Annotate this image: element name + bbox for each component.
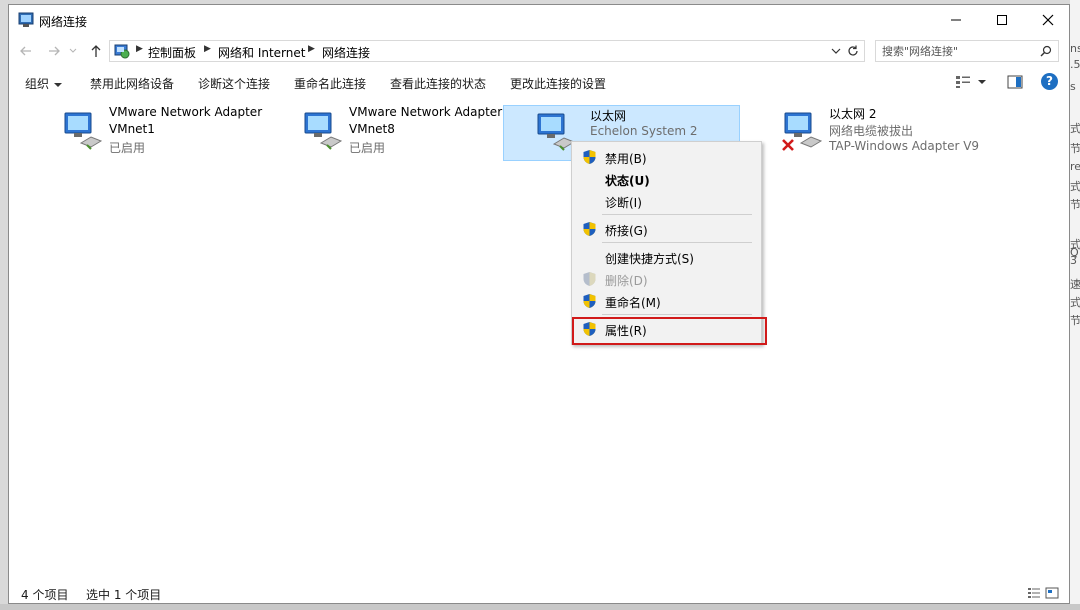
menu-item-status[interactable]: 状态(U) (572, 168, 761, 190)
menu-label: 禁用(B) (605, 152, 647, 166)
forward-button[interactable] (45, 42, 63, 60)
help-icon[interactable]: ? (1041, 73, 1058, 90)
recent-locations-button[interactable] (67, 42, 79, 60)
background-window-strip: ns .5 s 式节 re 式节Q 式3速 式节 (1070, 0, 1080, 610)
menu-separator (602, 242, 752, 243)
selected-count: 选中 1 个项目 (86, 588, 162, 602)
search-icon[interactable] (1040, 45, 1052, 57)
arrow-up-icon (91, 45, 101, 57)
menu-separator (602, 314, 752, 315)
adapter-status: 网络电缆被拔出 (829, 124, 914, 138)
menu-label: 创建快捷方式(S) (605, 252, 694, 266)
uac-shield-icon (583, 222, 596, 236)
menu-item-disable[interactable]: 禁用(B) (572, 146, 761, 168)
control-panel-icon (114, 44, 130, 59)
adapter-name: VMware Network Adapter (109, 105, 263, 119)
uac-shield-icon (583, 294, 596, 308)
adapter-name: 以太网 2 (829, 107, 877, 121)
breadcrumb-control-panel[interactable]: 控制面板 (148, 44, 196, 61)
organize-menu-button[interactable]: 组织 (25, 75, 63, 92)
adapter-name: VMware Network Adapter (349, 105, 503, 119)
large-icons-view-icon[interactable] (1045, 587, 1059, 599)
menu-item-diagnose[interactable]: 诊断(I) (572, 190, 761, 212)
change-view-icon[interactable] (955, 75, 971, 89)
breadcrumb-network-connections[interactable]: 网络连接 (322, 44, 370, 61)
network-connections-window: 网络连接 ▶ 控制面板 ▶ 网络和 Internet ▶ 网络连接 搜索"网络连… (8, 4, 1070, 604)
rename-connection-button[interactable]: 重命名此连接 (294, 75, 366, 92)
menu-label: 诊断(I) (605, 196, 642, 210)
maximize-icon (997, 15, 1007, 25)
network-folder-icon (18, 12, 34, 27)
annotation-highlight-box (572, 317, 767, 345)
breadcrumb-separator-icon: ▶ (204, 44, 211, 54)
network-adapter-icon (304, 112, 343, 150)
close-icon (1042, 14, 1054, 26)
status-bar: 4 个项目 选中 1 个项目 (9, 582, 1069, 604)
organize-label: 组织 (25, 77, 50, 91)
chevron-down-icon[interactable] (830, 45, 842, 57)
breadcrumb-separator-icon: ▶ (308, 44, 315, 54)
disable-device-button[interactable]: 禁用此网络设备 (90, 75, 174, 92)
adapter-item[interactable]: VMware Network Adapter VMnet1 已启用 (59, 103, 299, 159)
address-bar[interactable]: ▶ 控制面板 ▶ 网络和 Internet ▶ 网络连接 (109, 40, 865, 62)
arrow-right-icon (49, 46, 60, 56)
menu-label: 状态(U) (605, 174, 650, 188)
command-bar: 组织 禁用此网络设备 诊断这个连接 重命名此连接 查看此连接的状态 更改此连接的… (9, 67, 1069, 97)
context-menu: 禁用(B) 状态(U) 诊断(I) 桥接(G) 创建快捷方式(S) 删除(D) … (571, 141, 762, 345)
connections-list: VMware Network Adapter VMnet1 已启用 VMware… (9, 97, 1069, 577)
up-button[interactable] (87, 42, 105, 60)
window-title: 网络连接 (39, 15, 88, 29)
address-row: ▶ 控制面板 ▶ 网络和 Internet ▶ 网络连接 (9, 35, 1069, 67)
uac-shield-icon (583, 272, 596, 286)
menu-item-create-shortcut[interactable]: 创建快捷方式(S) (572, 246, 761, 268)
arrow-left-icon (20, 46, 31, 56)
search-input[interactable] (882, 43, 1032, 59)
adapter-device: VMnet1 (109, 122, 155, 136)
view-status-button[interactable]: 查看此连接的状态 (390, 75, 486, 92)
menu-item-rename[interactable]: 重命名(M) (572, 290, 761, 312)
adapter-status: 已启用 (349, 141, 386, 155)
minimize-button[interactable] (933, 5, 979, 35)
minimize-icon (951, 19, 961, 21)
uac-shield-icon (583, 150, 596, 164)
network-adapter-icon (64, 112, 103, 150)
refresh-icon[interactable] (846, 44, 860, 58)
menu-item-delete: 删除(D) (572, 268, 761, 290)
menu-item-bridge[interactable]: 桥接(G) (572, 218, 761, 240)
adapter-device: VMnet8 (349, 122, 395, 136)
adapter-status: 已启用 (109, 141, 146, 155)
breadcrumb-separator-icon: ▶ (136, 44, 143, 54)
chevron-down-icon (69, 48, 77, 53)
menu-separator (602, 214, 752, 215)
adapter-name: 以太网 (590, 109, 627, 123)
item-count: 4 个项目 (21, 588, 69, 602)
change-settings-button[interactable]: 更改此连接的设置 (510, 75, 606, 92)
diagnose-connection-button[interactable]: 诊断这个连接 (198, 75, 270, 92)
close-button[interactable] (1025, 5, 1071, 35)
caret-down-icon (54, 82, 63, 87)
breadcrumb-network-internet[interactable]: 网络和 Internet (218, 44, 305, 61)
menu-label: 桥接(G) (605, 224, 648, 238)
caret-down-icon[interactable] (977, 75, 987, 89)
network-adapter-disconnected-icon (782, 112, 823, 151)
search-box (875, 40, 1059, 62)
adapter-device: Echelon System 2 (590, 124, 698, 138)
adapter-item[interactable]: 以太网 2 网络电缆被拔出 TAP-Windows Adapter V9 (779, 103, 1019, 159)
details-view-icon[interactable] (1027, 587, 1041, 599)
menu-label: 重命名(M) (605, 296, 661, 310)
adapter-device: TAP-Windows Adapter V9 (829, 139, 980, 153)
title-bar: 网络连接 (9, 5, 1069, 35)
preview-pane-icon[interactable] (1007, 75, 1023, 89)
background-taskbar-edge (0, 604, 1080, 610)
menu-label: 删除(D) (605, 274, 648, 288)
back-button[interactable] (17, 42, 35, 60)
maximize-button[interactable] (979, 5, 1025, 35)
